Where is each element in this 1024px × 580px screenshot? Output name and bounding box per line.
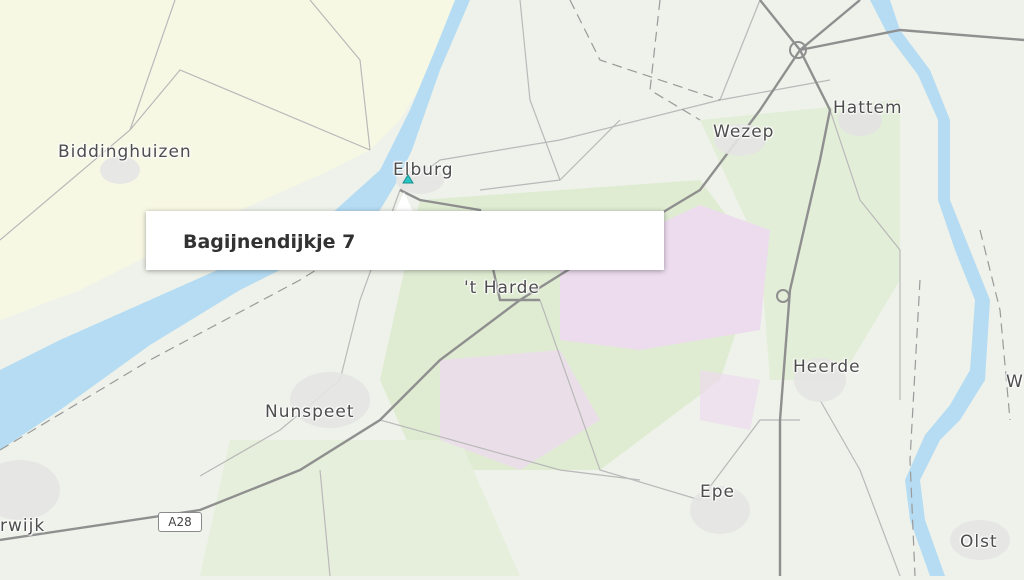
popup-title: Bagijnendijkje 7 <box>183 231 356 253</box>
place-label-hattem: Hattem <box>833 98 903 118</box>
place-label-biddinghuizen: Biddinghuizen <box>58 142 192 162</box>
place-label-nunspeet: Nunspeet <box>265 402 355 422</box>
place-label-epe: Epe <box>700 482 735 502</box>
location-marker-icon[interactable] <box>402 174 414 184</box>
road-shield-a28: A28 <box>158 512 202 532</box>
map-canvas[interactable]: Biddinghuizen Elburg Wezep Hattem 't Har… <box>0 0 1024 577</box>
popup-pointer <box>395 192 413 212</box>
place-label-t-harde: 't Harde <box>464 278 540 298</box>
place-label-olst: Olst <box>960 532 998 552</box>
place-label-harderwijk: rwijk <box>0 516 46 536</box>
place-label-heerde: Heerde <box>793 357 861 377</box>
address-popup[interactable]: Bagijnendijkje 7 <box>146 211 664 270</box>
place-label-w-partial: W <box>1006 372 1024 392</box>
place-label-wezep: Wezep <box>713 122 775 142</box>
